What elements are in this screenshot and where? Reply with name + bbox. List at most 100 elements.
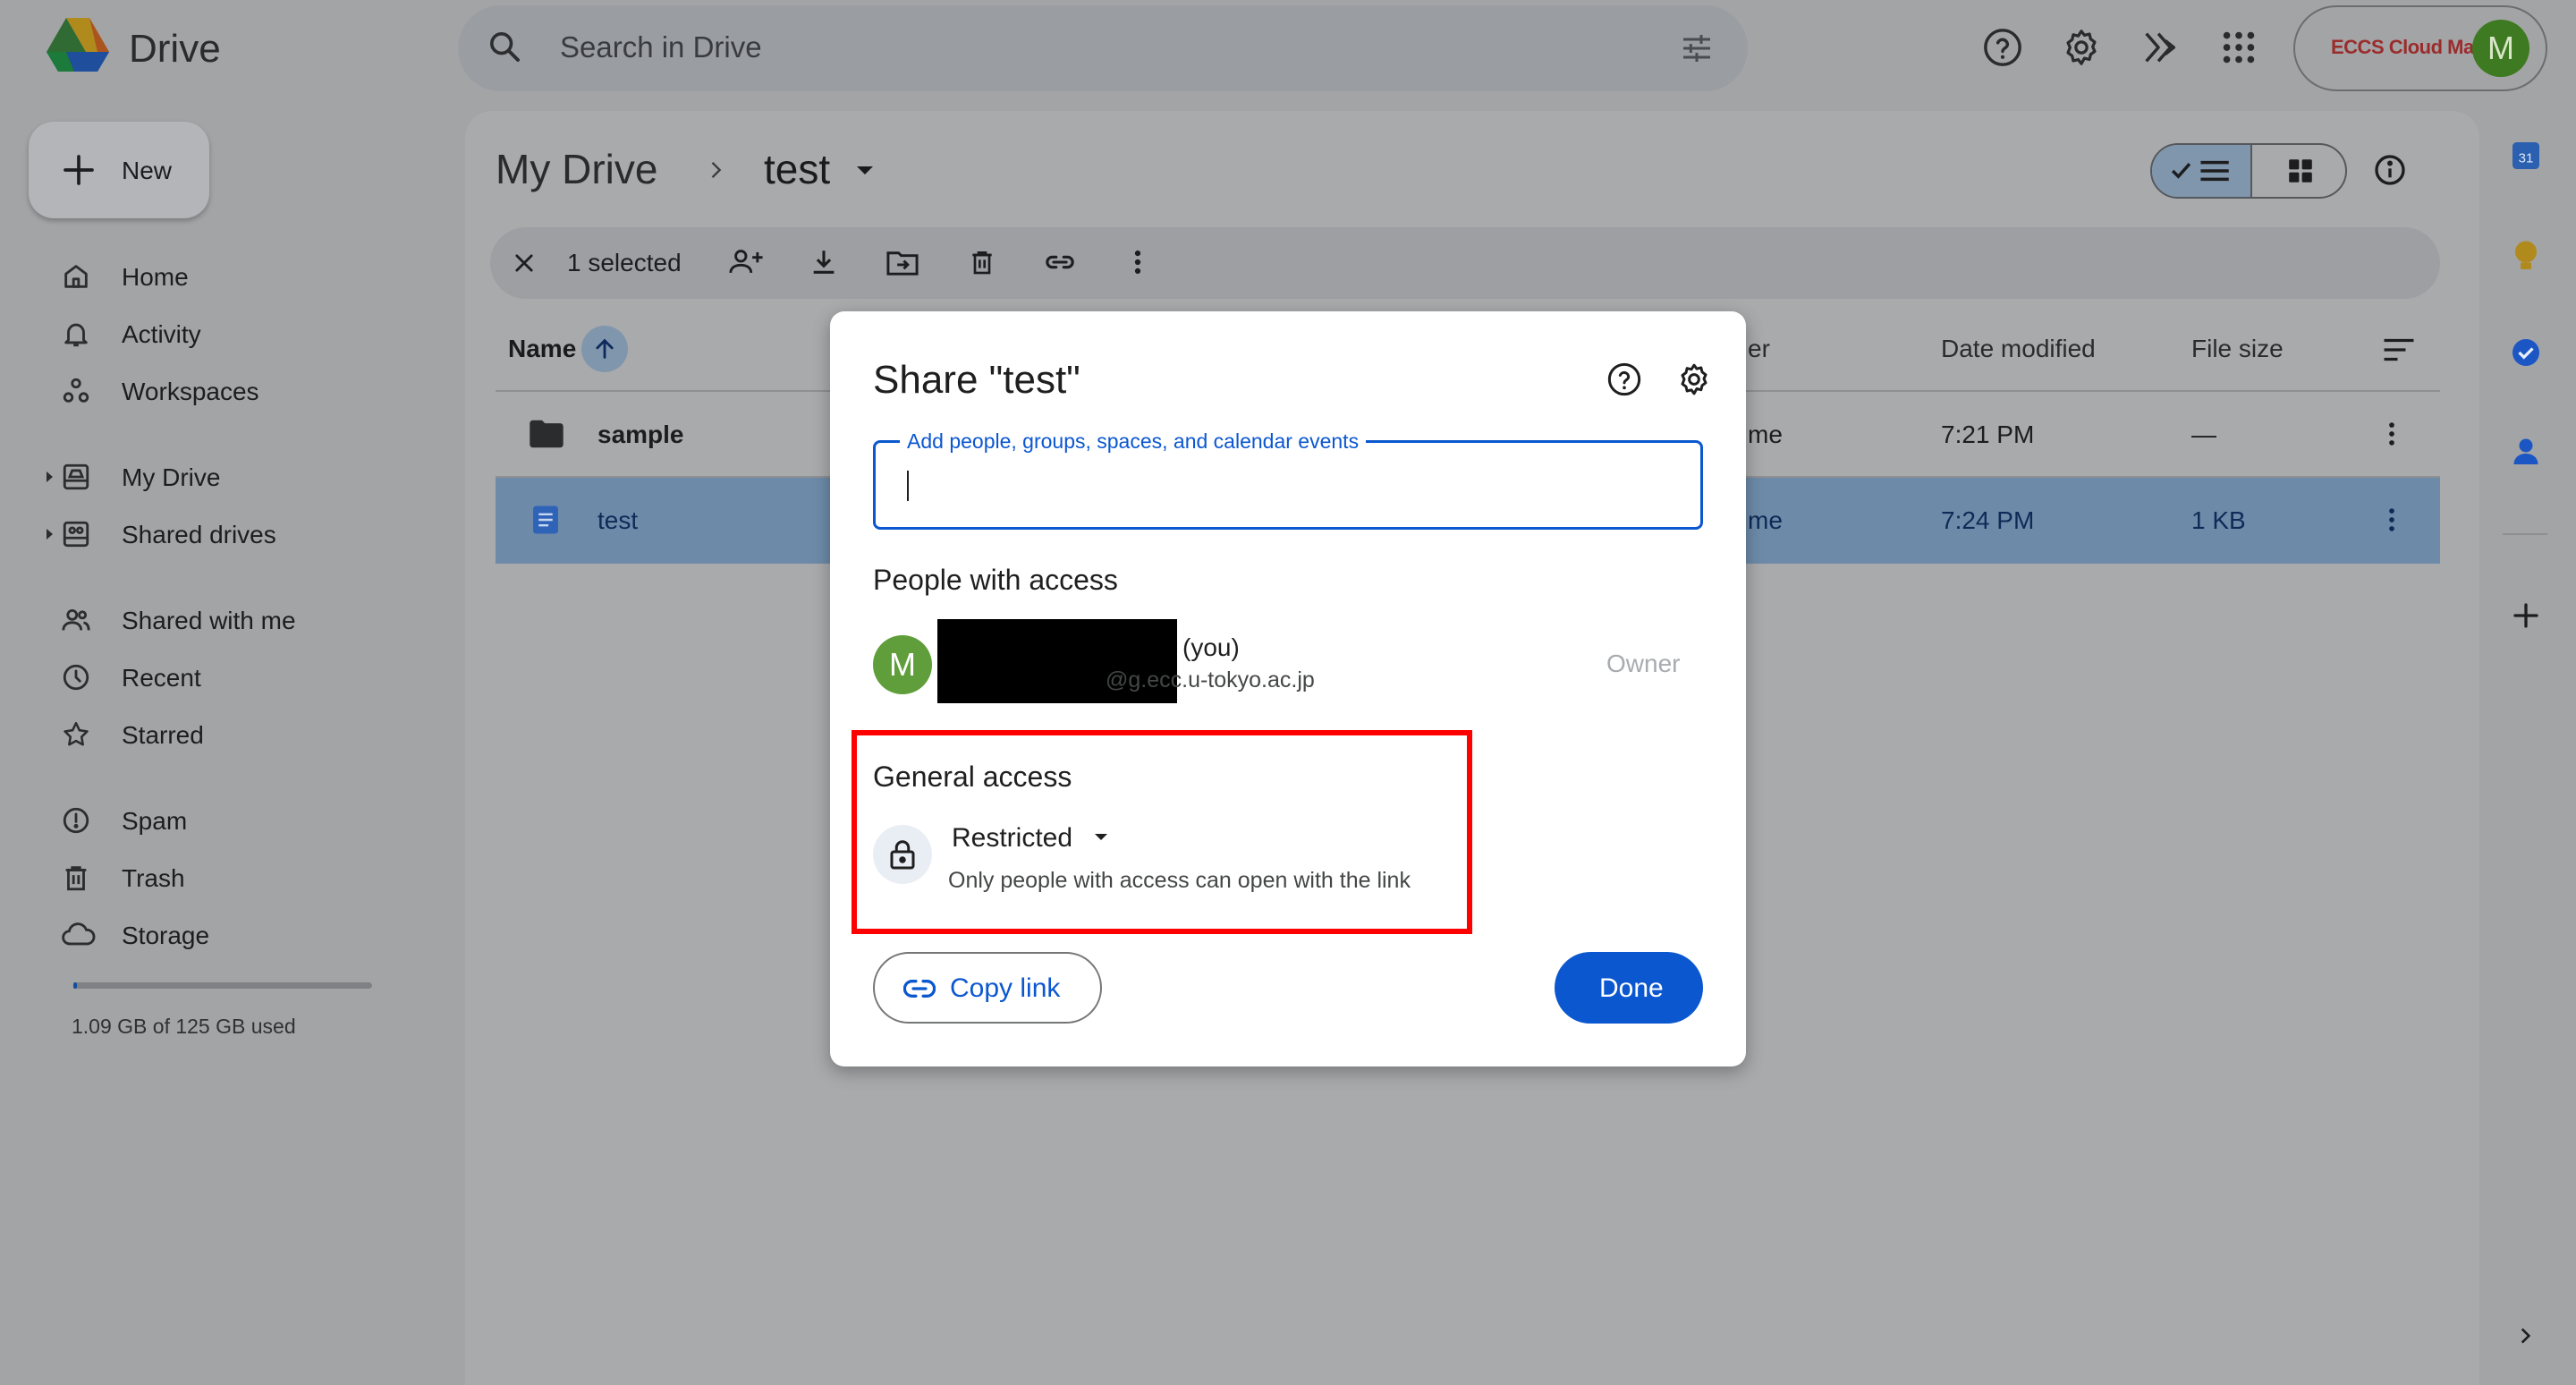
file-modified: 7:24 PM: [1941, 506, 2035, 534]
share-add-person-icon[interactable]: [728, 247, 764, 276]
folder-icon: [528, 419, 565, 449]
people-with-access-heading: People with access: [873, 564, 1118, 596]
view-toggle[interactable]: [2150, 143, 2347, 199]
person-avatar: M: [873, 635, 932, 694]
tasks-icon[interactable]: [2510, 336, 2542, 369]
column-header-file-size[interactable]: File size: [2191, 335, 2284, 363]
close-icon[interactable]: [512, 251, 537, 276]
storage-bar-fill: [73, 982, 77, 989]
sidebar-item-trash[interactable]: Trash: [0, 852, 465, 904]
redacted-email-block: [937, 662, 1104, 703]
sidebar-item-spam[interactable]: Spam: [0, 794, 465, 846]
chevron-right-icon: [703, 154, 728, 186]
new-button[interactable]: [29, 122, 209, 218]
file-owner: me: [1748, 506, 1783, 534]
text-cursor: [907, 471, 909, 501]
expand-caret-icon[interactable]: [47, 529, 53, 540]
plus-icon: [61, 152, 97, 188]
search-icon[interactable]: [487, 29, 522, 64]
move-to-folder-icon[interactable]: [886, 247, 919, 277]
contacts-icon[interactable]: [2510, 435, 2542, 467]
sidebar-item-shared-drives[interactable]: Shared drives: [0, 508, 465, 560]
sidebar-item-starred[interactable]: Starred: [0, 709, 465, 760]
search-input[interactable]: Search in Drive: [560, 30, 762, 64]
person-role: Owner: [1606, 650, 1681, 677]
chevron-right-icon[interactable]: [2513, 1322, 2537, 1349]
copy-link-label: Copy link: [950, 973, 1061, 1003]
link-icon: [903, 977, 936, 1000]
info-icon[interactable]: [2372, 152, 2408, 188]
settings-gear-icon[interactable]: [2061, 27, 2102, 68]
file-name: sample: [597, 421, 684, 448]
gemini-icon[interactable]: [2140, 27, 2181, 68]
doc-icon: [531, 505, 560, 535]
trash-icon: [61, 862, 91, 893]
shared-drives-icon: [61, 519, 91, 549]
sort-ascending-icon[interactable]: [581, 326, 628, 372]
add-people-input-label: Add people, groups, spaces, and calendar…: [900, 429, 1367, 454]
file-name: test: [597, 506, 639, 534]
dialog-help-icon[interactable]: [1606, 361, 1642, 397]
home-icon: [61, 261, 91, 292]
sidebar-item-home[interactable]: Home: [0, 251, 465, 302]
cloud-icon: [61, 920, 97, 950]
apps-grid-icon[interactable]: [2218, 27, 2259, 68]
sidebar-item-shared-with-me[interactable]: Shared with me: [0, 594, 465, 646]
access-description: Only people with access can open with th…: [948, 868, 1411, 893]
person-you-label: (you): [1182, 633, 1240, 661]
add-people-input[interactable]: [873, 440, 1703, 530]
general-access-heading: General access: [873, 760, 1072, 793]
row-more-vert-icon[interactable]: [2381, 505, 2402, 535]
delete-trash-icon[interactable]: [968, 247, 996, 277]
sidebar-item-recent[interactable]: Recent: [0, 651, 465, 703]
file-owner: me: [1748, 421, 1783, 448]
sidebar-item-activity[interactable]: Activity: [0, 308, 465, 360]
list-view-button[interactable]: [2152, 145, 2250, 197]
keep-icon[interactable]: [2510, 238, 2542, 274]
grid-view-button[interactable]: [2250, 145, 2345, 197]
expand-caret-icon[interactable]: [47, 472, 53, 482]
dialog-title: Share "test": [873, 358, 1080, 402]
sidebar-item-workspaces[interactable]: Workspaces: [0, 365, 465, 417]
breadcrumb-my-drive[interactable]: My Drive: [496, 145, 657, 193]
dialog-settings-gear-icon[interactable]: [1676, 361, 1712, 397]
selection-count: 1 selected: [567, 249, 682, 276]
help-icon[interactable]: [1982, 27, 2023, 68]
search-options-icon[interactable]: [1678, 30, 1716, 66]
add-addon-plus-icon[interactable]: [2510, 599, 2542, 632]
file-modified: 7:21 PM: [1941, 421, 2035, 448]
account-logo-text: ECCS Cloud Mail: [2331, 36, 2484, 58]
row-more-vert-icon[interactable]: [2381, 419, 2402, 449]
breadcrumb-current-folder[interactable]: test: [764, 145, 830, 193]
column-header-name[interactable]: Name: [508, 335, 576, 363]
more-vert-icon[interactable]: [1127, 247, 1148, 277]
sort-options-icon[interactable]: [2381, 336, 2417, 363]
spam-icon: [61, 805, 91, 836]
bell-icon: [61, 319, 91, 349]
link-icon[interactable]: [1043, 247, 1077, 277]
check-icon: [2171, 163, 2191, 179]
column-header-owner[interactable]: er: [1748, 335, 1770, 363]
access-level-dropdown[interactable]: Restricted: [952, 823, 1072, 854]
drive-logo[interactable]: [47, 18, 109, 77]
file-size: 1 KB: [2191, 506, 2246, 534]
column-header-date-modified[interactable]: Date modified: [1941, 335, 2096, 363]
workspaces-icon: [61, 376, 91, 406]
chevron-down-icon[interactable]: [1095, 834, 1107, 840]
my-drive-icon: [61, 462, 91, 492]
rail-divider: [2503, 533, 2547, 535]
selection-toolbar: [490, 227, 2440, 299]
sidebar-item-my-drive[interactable]: My Drive: [0, 451, 465, 503]
download-icon[interactable]: [809, 247, 839, 277]
user-avatar[interactable]: M: [2472, 20, 2529, 77]
file-size: —: [2191, 421, 2216, 448]
new-button-label: New: [122, 157, 173, 184]
person-email: @g.ecc.u-tokyo.ac.jp: [1106, 667, 1315, 692]
lock-icon: [873, 825, 932, 884]
chevron-down-icon[interactable]: [857, 166, 873, 174]
clock-icon: [61, 662, 91, 692]
sidebar-item-storage[interactable]: Storage: [0, 909, 465, 961]
done-button-label: Done: [1599, 973, 1664, 1003]
calendar-icon[interactable]: 31: [2510, 140, 2542, 172]
people-icon: [61, 605, 91, 635]
